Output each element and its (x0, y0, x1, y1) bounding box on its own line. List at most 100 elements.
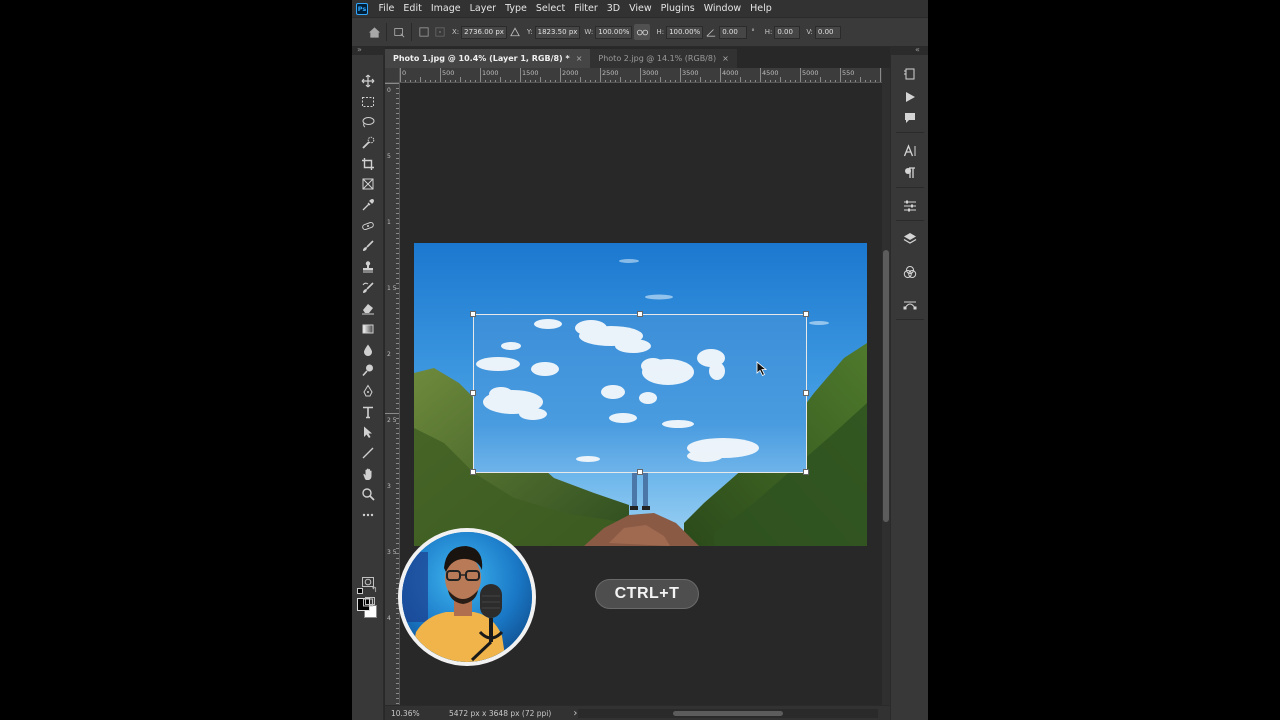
menu-help[interactable]: Help (746, 3, 777, 14)
tab-photo-2[interactable]: Photo 2.jpg @ 14.1% (RGB/8) × (590, 49, 737, 68)
ruler-label: 2500 (602, 69, 619, 77)
menu-view[interactable]: View (625, 3, 657, 14)
width-field[interactable]: 100.00% (595, 25, 633, 39)
hand-icon[interactable] (359, 465, 377, 483)
play-icon[interactable] (902, 89, 918, 105)
document-tabs: Photo 1.jpg @ 10.4% (Layer 1, RGB/8) * ×… (385, 47, 890, 68)
layers-icon[interactable] (902, 231, 918, 247)
status-menu-arrow[interactable]: › (573, 708, 577, 719)
ruler-corner (385, 68, 400, 83)
webcam-overlay (398, 528, 536, 666)
zoom-icon[interactable] (359, 485, 377, 503)
tab-photo-1[interactable]: Photo 1.jpg @ 10.4% (Layer 1, RGB/8) * × (385, 49, 591, 68)
ruler-label: 4500 (762, 69, 779, 77)
zoom-level[interactable]: 10.36% (391, 709, 435, 718)
menu-image[interactable]: Image (426, 3, 465, 14)
v-skew-field[interactable]: 0.00 (814, 25, 841, 39)
ruler-label: 4000 (722, 69, 739, 77)
close-icon[interactable]: × (576, 54, 583, 63)
move-icon[interactable] (359, 72, 377, 90)
history-brush-icon[interactable] (359, 279, 377, 297)
scrollbar-thumb[interactable] (883, 250, 889, 522)
y-label: Y: (526, 28, 533, 36)
menu-3d[interactable]: 3D (602, 3, 624, 14)
comment-icon[interactable] (902, 110, 918, 126)
eyedropper-icon[interactable] (359, 196, 377, 214)
paths-icon[interactable] (902, 297, 918, 313)
h-label: H: (656, 28, 665, 36)
expand-tools-icon[interactable]: » (357, 45, 362, 54)
cursor-icon (756, 361, 768, 377)
sky-layer[interactable] (473, 314, 807, 473)
menu-select[interactable]: Select (531, 3, 569, 14)
menu-filter[interactable]: Filter (570, 3, 603, 14)
marquee-icon[interactable] (359, 93, 377, 111)
reference-point-icon[interactable] (416, 24, 432, 40)
ruler-label: 5000 (802, 69, 819, 77)
h-skew-field[interactable]: 0.00 (774, 25, 801, 39)
reference-grid-icon[interactable] (432, 24, 448, 40)
menu-edit[interactable]: Edit (399, 3, 426, 14)
document-info[interactable]: 5472 px x 3648 px (72 ppi) (449, 709, 551, 718)
horizontal-ruler: 0 500 1000 1500 2000 2500 3000 3500 4000… (400, 68, 882, 83)
lasso-icon[interactable] (359, 113, 377, 131)
menu-file[interactable]: File (374, 3, 399, 14)
menu-type[interactable]: Type (501, 3, 532, 14)
ruler-label: 550 (842, 69, 855, 77)
height-field[interactable]: 100.00% (666, 25, 704, 39)
divider (896, 220, 924, 221)
close-icon[interactable]: × (722, 54, 729, 63)
vertical-scrollbar[interactable] (882, 68, 890, 705)
brush-icon[interactable] (359, 237, 377, 255)
pen-icon[interactable] (359, 382, 377, 400)
character-icon[interactable] (902, 143, 918, 159)
angle-icon (703, 24, 719, 40)
dodge-icon[interactable] (359, 361, 377, 379)
delta-icon[interactable] (507, 24, 523, 40)
channels-icon[interactable] (902, 264, 918, 280)
blur-icon[interactable] (359, 341, 377, 359)
degree-unit: ° (751, 28, 755, 36)
crop-icon[interactable] (359, 155, 377, 173)
vertical-ruler: 0 5 1 1 5 2 2 5 3 3 5 4 (385, 83, 400, 705)
panels-dock (890, 55, 928, 720)
menu-window[interactable]: Window (699, 3, 745, 14)
transform-tool-icon[interactable] (391, 24, 407, 40)
collapse-panels-icon[interactable]: « (915, 45, 920, 54)
more-icon[interactable] (359, 506, 377, 524)
history-icon[interactable] (902, 66, 918, 82)
tab-label: Photo 1.jpg @ 10.4% (Layer 1, RGB/8) * (393, 54, 570, 63)
menu-bar: Ps File Edit Image Layer Type Select Fil… (352, 0, 928, 17)
ruler-label: 2000 (562, 69, 579, 77)
type-icon[interactable] (359, 403, 377, 421)
paragraph-icon[interactable] (902, 165, 918, 181)
gradient-icon[interactable] (359, 320, 377, 338)
ruler-label: 3 5 (387, 549, 397, 556)
ruler-label: 0 (402, 69, 407, 77)
quick-select-icon[interactable] (359, 134, 377, 152)
screen-mode-icon[interactable] (359, 593, 377, 611)
x-position-field[interactable]: 2736.00 px (461, 25, 507, 39)
options-bar: X: 2736.00 px Y: 1823.50 px W: 100.00% H… (352, 17, 928, 47)
ruler-label: 1000 (482, 69, 499, 77)
stamp-icon[interactable] (359, 258, 377, 276)
path-select-icon[interactable] (359, 423, 377, 441)
rotation-field[interactable]: 0.00 (719, 25, 748, 39)
ruler-label: 4 (387, 615, 391, 622)
link-icon[interactable] (634, 24, 651, 40)
home-icon[interactable] (366, 24, 382, 40)
status-bar: 10.36% 5472 px x 3648 px (72 ppi) › (385, 705, 890, 720)
horizontal-scrollbar[interactable] (578, 709, 878, 718)
ruler-label: 0 (387, 87, 391, 94)
adjustments-icon[interactable] (902, 198, 918, 214)
menu-plugins[interactable]: Plugins (656, 3, 699, 14)
quick-mask-icon[interactable] (359, 573, 377, 591)
eraser-icon[interactable] (359, 299, 377, 317)
menu-layer[interactable]: Layer (465, 3, 501, 14)
scrollbar-thumb[interactable] (673, 711, 783, 716)
y-position-field[interactable]: 1823.50 px (534, 25, 581, 39)
healing-icon[interactable] (359, 217, 377, 235)
frame-icon[interactable] (359, 175, 377, 193)
line-icon[interactable] (359, 444, 377, 462)
divider (896, 132, 924, 133)
